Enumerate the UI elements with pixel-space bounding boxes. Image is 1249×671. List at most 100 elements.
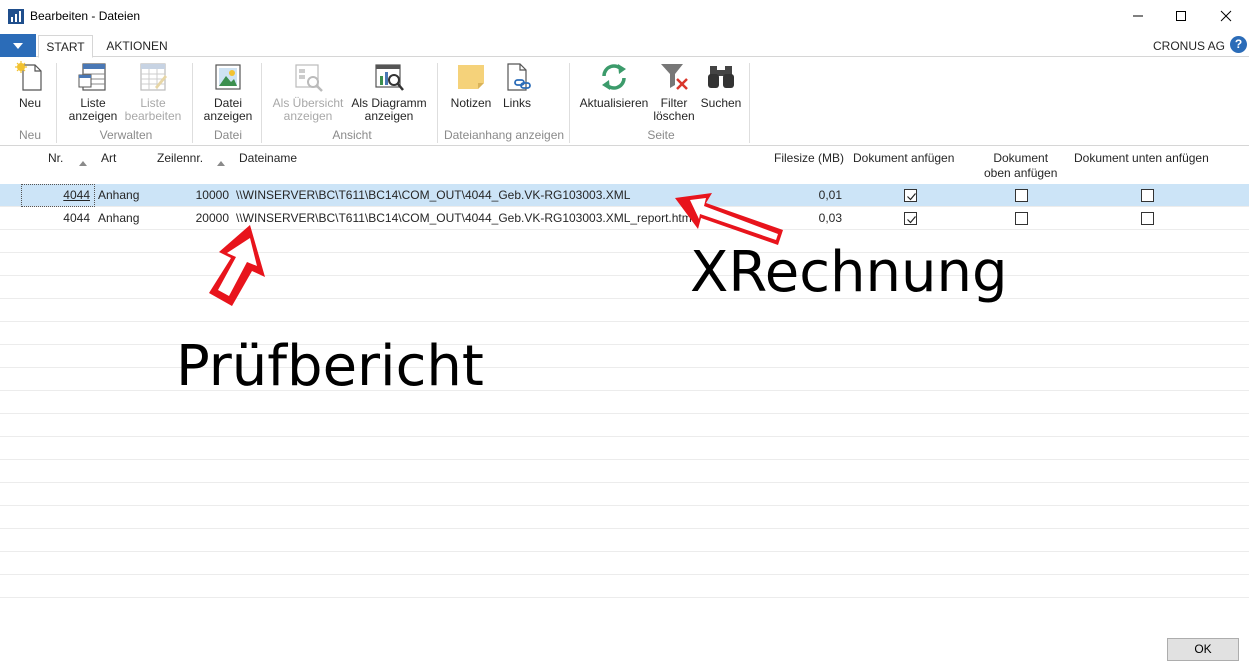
- list-edit-icon: [140, 63, 167, 91]
- checkbox-dokument-unten[interactable]: [1141, 212, 1154, 225]
- new-document-icon: [15, 61, 42, 91]
- notes-button[interactable]: Notizen: [448, 61, 494, 110]
- refresh-button[interactable]: Aktualisieren: [578, 61, 650, 110]
- cell-filesize: 0,03: [818, 211, 842, 225]
- clear-filter-icon: [661, 64, 688, 90]
- chart-view-button[interactable]: Als Diagramm anzeigen: [349, 61, 429, 123]
- overview-label-2: anzeigen: [283, 109, 333, 123]
- cell-filesize: 0,01: [818, 188, 842, 202]
- window-title: Bearbeiten - Dateien: [30, 9, 141, 23]
- minimize-icon: [1133, 15, 1143, 17]
- links-button[interactable]: Links: [499, 61, 535, 110]
- refresh-label: Aktualisieren: [579, 96, 649, 110]
- table-body: 4044 Anhang 10000 \\WINSERVER\BC\T611\BC…: [0, 184, 1249, 618]
- column-header-filesize[interactable]: Filesize (MB): [774, 151, 844, 166]
- tab-start[interactable]: START: [38, 35, 93, 58]
- image-file-icon: [215, 64, 241, 90]
- sort-ascending-icon: [217, 161, 225, 166]
- column-header-nr[interactable]: Nr.: [48, 151, 63, 166]
- file-view-label-2: anzeigen: [203, 109, 253, 123]
- ok-button[interactable]: OK: [1167, 638, 1239, 661]
- refresh-icon: [602, 64, 626, 90]
- cell-zeilennr: 10000: [195, 188, 229, 202]
- empty-row: [0, 253, 1249, 276]
- list-view-icon: [78, 63, 106, 91]
- group-divider: [437, 63, 438, 143]
- tab-aktionen[interactable]: AKTIONEN: [100, 35, 174, 58]
- group-label-verwalten: Verwalten: [99, 128, 153, 142]
- search-label: Suchen: [700, 96, 742, 110]
- cell-art: Anhang: [98, 211, 140, 225]
- ribbon-tab-row: START AKTIONEN CRONUS AG ?: [0, 32, 1249, 58]
- ribbon: Neu Neu Liste anzeigen Liste bearbeiten …: [0, 57, 1249, 146]
- file-view-button[interactable]: Datei anzeigen: [201, 61, 255, 123]
- empty-row: [0, 437, 1249, 460]
- chart-view-label-2: anzeigen: [364, 109, 414, 123]
- empty-row: [0, 506, 1249, 529]
- chevron-down-icon: [13, 42, 23, 49]
- empty-row: [0, 529, 1249, 552]
- company-name[interactable]: CRONUS AG: [1153, 39, 1225, 53]
- column-header-dokument-anfuegen[interactable]: Dokument anfügen: [853, 151, 954, 166]
- minimize-button[interactable]: [1115, 4, 1161, 28]
- app-icon: [8, 9, 24, 24]
- overview-button[interactable]: Als Übersicht anzeigen: [270, 61, 346, 123]
- checkbox-dokument-unten[interactable]: [1141, 189, 1154, 202]
- overview-icon: [295, 64, 323, 92]
- cell-nr[interactable]: 4044: [48, 188, 90, 202]
- annotation-pruefbericht: Prüfbericht: [176, 334, 484, 399]
- checkbox-dokument-oben[interactable]: [1015, 189, 1028, 202]
- checkbox-dokument-oben[interactable]: [1015, 212, 1028, 225]
- checkmark-icon: [907, 216, 916, 224]
- list-edit-button[interactable]: Liste bearbeiten: [122, 61, 184, 123]
- close-button[interactable]: [1203, 4, 1249, 28]
- empty-row: [0, 414, 1249, 437]
- maximize-icon: [1176, 11, 1186, 21]
- column-header-dokument-unten[interactable]: Dokument unten anfügen: [1074, 151, 1209, 166]
- column-header-dokument-oben-line2: oben anfügen: [984, 166, 1058, 180]
- list-view-label-2: anzeigen: [68, 109, 118, 123]
- column-header-art[interactable]: Art: [101, 151, 116, 166]
- column-header-dateiname[interactable]: Dateiname: [239, 151, 297, 166]
- column-header-dokument-oben[interactable]: Dokument oben anfügen: [984, 151, 1057, 181]
- group-label-dateianhang: Dateianhang anzeigen: [443, 128, 565, 142]
- help-icon[interactable]: ?: [1230, 36, 1247, 53]
- note-icon: [458, 65, 484, 89]
- group-divider: [192, 63, 193, 143]
- checkbox-dokument-anfuegen[interactable]: [904, 189, 917, 202]
- group-label-seite: Seite: [647, 128, 675, 142]
- links-label: Links: [502, 96, 531, 110]
- cell-zeilennr: 20000: [195, 211, 229, 225]
- empty-row: [0, 276, 1249, 299]
- empty-row: [0, 575, 1249, 598]
- checkbox-dokument-anfuegen[interactable]: [904, 212, 917, 225]
- cell-art: Anhang: [98, 188, 140, 202]
- group-divider: [56, 63, 57, 143]
- empty-row: [0, 552, 1249, 575]
- maximize-button[interactable]: [1158, 4, 1204, 28]
- empty-row: [0, 483, 1249, 506]
- group-label-neu: Neu: [18, 128, 41, 142]
- table-row[interactable]: 4044 Anhang 20000 \\WINSERVER\BC\T611\BC…: [0, 207, 1249, 230]
- empty-row: [0, 299, 1249, 322]
- column-header-dokument-oben-line1: Dokument: [993, 151, 1049, 165]
- new-button-label: Neu: [18, 96, 41, 110]
- cell-nr[interactable]: 4044: [48, 211, 90, 225]
- list-view-button[interactable]: Liste anzeigen: [66, 61, 120, 123]
- title-bar: Bearbeiten - Dateien: [0, 0, 1249, 32]
- checkmark-icon: [907, 193, 916, 201]
- empty-row: [0, 460, 1249, 483]
- list-edit-label-2: bearbeiten: [124, 109, 182, 123]
- app-menu-button[interactable]: [0, 34, 36, 57]
- chart-icon: [375, 64, 404, 91]
- cell-dateiname: \\WINSERVER\BC\T611\BC14\COM_OUT\4044_Ge…: [236, 188, 631, 202]
- empty-row: [0, 230, 1249, 253]
- search-button[interactable]: Suchen: [699, 61, 743, 110]
- sort-ascending-icon: [79, 161, 87, 166]
- cell-dateiname: \\WINSERVER\BC\T611\BC14\COM_OUT\4044_Ge…: [236, 211, 695, 225]
- table-row[interactable]: 4044 Anhang 10000 \\WINSERVER\BC\T611\BC…: [0, 184, 1249, 207]
- clear-filter-button[interactable]: Filter löschen: [652, 61, 696, 123]
- close-icon: [1220, 10, 1232, 22]
- new-button[interactable]: Neu: [12, 61, 48, 110]
- column-header-zeilennr[interactable]: Zeilennr.: [157, 151, 203, 166]
